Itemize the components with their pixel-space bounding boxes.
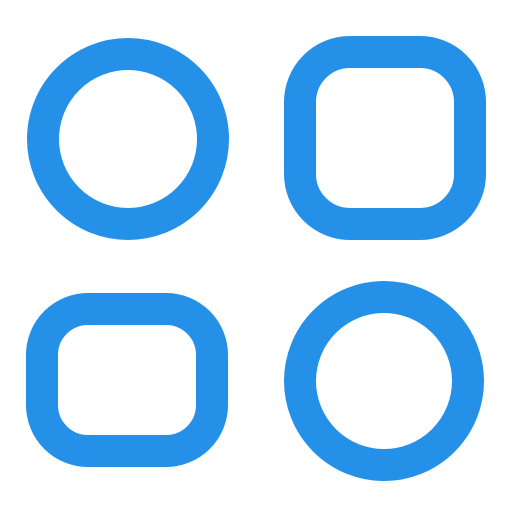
circle-shape-bottom-right [284, 281, 484, 481]
rounded-square-shape-top-right [284, 36, 486, 240]
rounded-square-shape-bottom-left [26, 293, 228, 467]
circle-shape-top-left [27, 38, 229, 240]
icon-canvas [0, 0, 512, 512]
apps-grid-icon [26, 36, 486, 481]
